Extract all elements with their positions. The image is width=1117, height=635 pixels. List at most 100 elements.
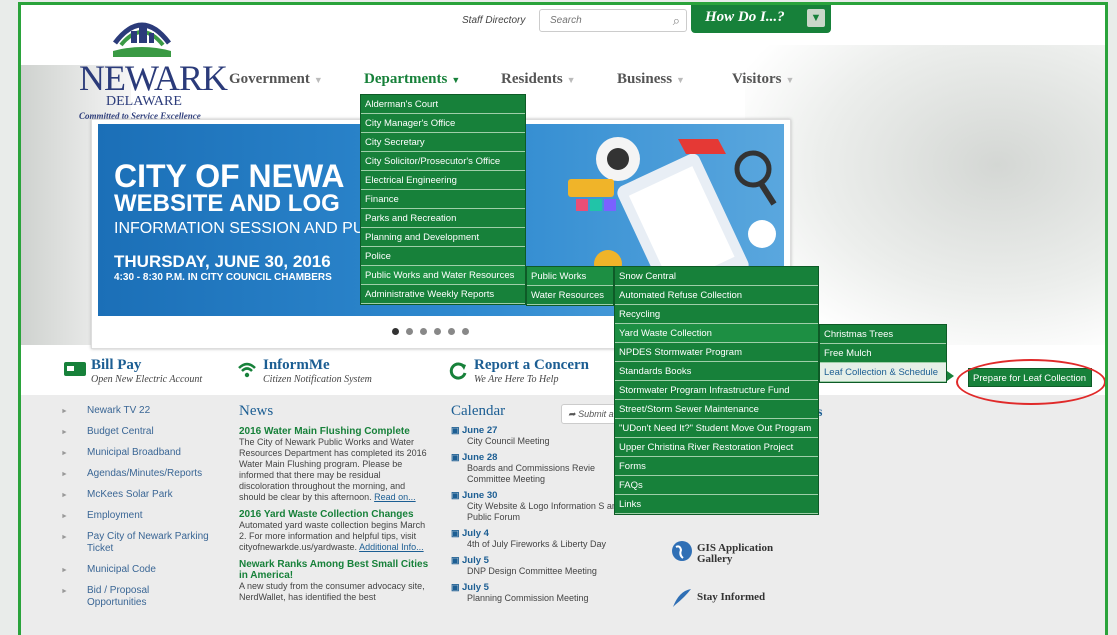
menu-item-parks-recreation[interactable]: Parks and Recreation xyxy=(361,209,525,228)
event-title[interactable]: City Council Meeting xyxy=(451,436,631,447)
sidebar-item[interactable]: Employment xyxy=(61,510,211,523)
event-title[interactable]: City Website & Logo Information S and Pu… xyxy=(451,501,631,523)
event-date[interactable]: June 28 xyxy=(451,452,631,463)
menu-item-faqs[interactable]: FAQs xyxy=(615,476,818,495)
news-headline[interactable]: 2016 Water Main Flushing Complete xyxy=(239,426,431,437)
sidebar-item[interactable]: Municipal Code xyxy=(61,564,211,577)
news-read-more-link[interactable]: Additional Info... xyxy=(359,542,424,552)
event-title[interactable]: Planning Commission Meeting xyxy=(451,593,631,604)
menu-item-yard-waste[interactable]: Yard Waste Collection xyxy=(615,324,818,343)
menu-item-free-mulch[interactable]: Free Mulch xyxy=(820,344,946,363)
menu-item-police[interactable]: Police xyxy=(361,247,525,266)
browser-page: NEWARK DELAWARE Committed to Service Exc… xyxy=(18,2,1108,635)
sidebar-item[interactable]: Bid / Proposal Opportunities xyxy=(61,585,211,609)
search-box[interactable]: ⌕ xyxy=(539,9,687,32)
gis-gallery-link[interactable]: GIS Application Gallery xyxy=(671,540,801,565)
yard-waste-submenu: Christmas Trees Free Mulch Leaf Collecti… xyxy=(819,324,947,383)
credit-card-icon xyxy=(64,362,86,376)
chevron-down-icon: ▼ xyxy=(566,75,576,85)
menu-item-automated-refuse[interactable]: Automated Refuse Collection xyxy=(615,286,818,305)
wifi-icon xyxy=(238,362,256,378)
calendar-section: Calendar June 27 City Council Meeting Ju… xyxy=(451,403,631,604)
nav-departments[interactable]: Departments ▼ xyxy=(364,71,460,88)
carousel-dot[interactable] xyxy=(420,328,427,335)
menu-item-electrical-engineering[interactable]: Electrical Engineering xyxy=(361,171,525,190)
quick-link-bill-pay[interactable]: Bill Pay Open New Electric Account xyxy=(64,357,202,385)
nav-business[interactable]: Business ▼ xyxy=(617,71,685,88)
banner-line4: THURSDAY, JUNE 30, 2016 xyxy=(114,252,331,271)
chevron-down-icon: ▼ xyxy=(785,75,795,85)
event-title[interactable]: 4th of July Fireworks & Liberty Day xyxy=(451,539,631,550)
refresh-icon xyxy=(449,362,467,380)
sidebar-links: Newark TV 22 Budget Central Municipal Br… xyxy=(61,405,211,618)
nav-visitors[interactable]: Visitors ▼ xyxy=(732,71,794,88)
menu-item-water-resources[interactable]: Water Resources xyxy=(527,286,613,305)
menu-item-recycling[interactable]: Recycling xyxy=(615,305,818,324)
submit-arrow-icon: ➦ xyxy=(568,409,576,419)
carousel-dot[interactable] xyxy=(392,328,399,335)
sidebar-item[interactable]: Newark TV 22 xyxy=(61,405,211,418)
menu-item-finance[interactable]: Finance xyxy=(361,190,525,209)
sidebar-item[interactable]: Pay City of Newark Parking Ticket xyxy=(61,531,211,555)
staff-directory-link[interactable]: Staff Directory xyxy=(462,15,525,26)
services-submenu: Snow Central Automated Refuse Collection… xyxy=(614,266,819,515)
nav-government[interactable]: Government ▼ xyxy=(229,71,323,88)
event-title[interactable]: Boards and Commissions Revie Committee M… xyxy=(451,463,631,485)
nav-label: Residents xyxy=(501,71,563,87)
menu-item-standards-books[interactable]: Standards Books xyxy=(615,362,818,381)
quick-link-title: InformMe xyxy=(263,357,330,373)
menu-item-npdes-stormwater[interactable]: NPDES Stormwater Program xyxy=(615,343,818,362)
banner-line2: WEBSITE AND LOG xyxy=(114,190,340,217)
menu-item-move-out[interactable]: "UDon't Need It?" Student Move Out Progr… xyxy=(615,419,818,438)
menu-item-christina-river[interactable]: Upper Christina River Restoration Projec… xyxy=(615,438,818,457)
quick-link-subtitle: Open New Electric Account xyxy=(91,374,203,385)
search-icon[interactable]: ⌕ xyxy=(673,13,680,29)
logo-emblem-icon xyxy=(113,22,171,57)
event-title[interactable]: DNP Design Committee Meeting xyxy=(451,566,631,577)
quick-link-informme[interactable]: InformMe Citizen Notification System xyxy=(237,357,372,385)
sidebar-item[interactable]: Municipal Broadband xyxy=(61,447,211,460)
carousel-dot[interactable] xyxy=(406,328,413,335)
menu-item-street-sewer[interactable]: Street/Storm Sewer Maintenance xyxy=(615,400,818,419)
menu-item-snow-central[interactable]: Snow Central xyxy=(615,267,818,286)
stay-informed-link[interactable]: Stay Informed xyxy=(671,587,801,607)
nav-residents[interactable]: Residents ▼ xyxy=(501,71,576,88)
carousel-dot[interactable] xyxy=(434,328,441,335)
quick-link-report-concern[interactable]: Report a Concern We Are Here To Help xyxy=(448,357,589,385)
news-read-more-link[interactable]: Read on... xyxy=(374,492,416,502)
menu-item-christmas-trees[interactable]: Christmas Trees xyxy=(820,325,946,344)
carousel-dot[interactable] xyxy=(462,328,469,335)
public-works-submenu: Public Works Water Resources xyxy=(526,266,614,306)
menu-item-leaf-collection[interactable]: Leaf Collection & Schedule xyxy=(820,363,946,382)
sidebar-item[interactable]: McKees Solar Park xyxy=(61,489,211,502)
menu-item-admin-weekly-reports[interactable]: Administrative Weekly Reports xyxy=(361,285,525,304)
menu-item-links[interactable]: Links xyxy=(615,495,818,514)
menu-item-aldermans-court[interactable]: Alderman's Court xyxy=(361,95,525,114)
menu-item-city-manager[interactable]: City Manager's Office xyxy=(361,114,525,133)
event-date[interactable]: June 30 xyxy=(451,490,631,501)
city-logo[interactable]: NEWARK DELAWARE Committed to Service Exc… xyxy=(79,13,228,123)
news-headline[interactable]: Newark Ranks Among Best Small Cities in … xyxy=(239,559,431,581)
menu-item-city-secretary[interactable]: City Secretary xyxy=(361,133,525,152)
news-headline[interactable]: 2016 Yard Waste Collection Changes xyxy=(239,509,431,520)
chevron-down-icon: ▼ xyxy=(807,9,825,27)
menu-item-public-works-sub[interactable]: Public Works xyxy=(527,267,613,286)
quick-link-subtitle: We Are Here To Help xyxy=(474,374,559,385)
event-date[interactable]: July 5 xyxy=(451,582,631,593)
sidebar-item[interactable]: Agendas/Minutes/Reports xyxy=(61,468,211,481)
banner-line3: INFORMATION SESSION AND PU xyxy=(114,220,365,237)
menu-item-city-solicitor[interactable]: City Solicitor/Prosecutor's Office xyxy=(361,152,525,171)
chevron-down-icon: ▼ xyxy=(313,75,323,85)
carousel-dot[interactable] xyxy=(448,328,455,335)
menu-item-forms[interactable]: Forms xyxy=(615,457,818,476)
carousel-dots xyxy=(392,322,476,340)
menu-item-stormwater-fund[interactable]: Stormwater Program Infrastructure Fund xyxy=(615,381,818,400)
event-date[interactable]: June 27 xyxy=(451,425,631,436)
event-date[interactable]: July 4 xyxy=(451,528,631,539)
how-do-i-button[interactable]: How Do I...? ▼ xyxy=(691,5,831,33)
sidebar-item[interactable]: Budget Central xyxy=(61,426,211,439)
search-input[interactable] xyxy=(540,10,650,31)
event-date[interactable]: July 5 xyxy=(451,555,631,566)
menu-item-public-works[interactable]: Public Works and Water Resources xyxy=(361,266,525,285)
menu-item-planning-development[interactable]: Planning and Development xyxy=(361,228,525,247)
